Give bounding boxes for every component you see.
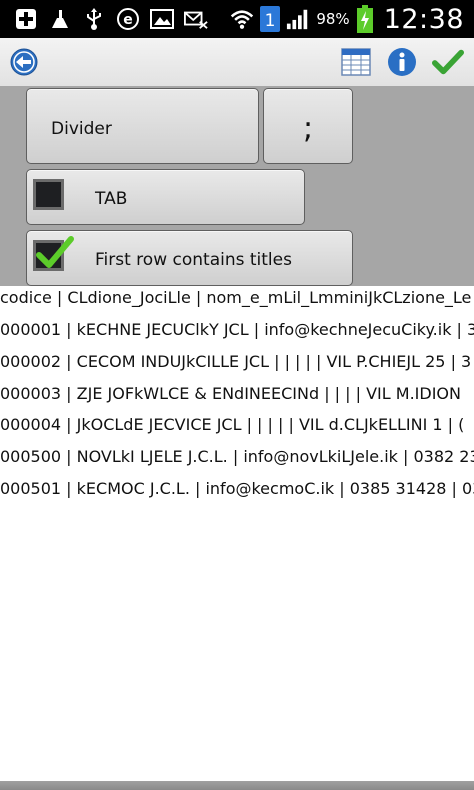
tab-checkbox[interactable] (33, 179, 64, 210)
preview-row: 000004 | JkOCLdE JECVICE JCL | | | | | V… (0, 415, 465, 434)
divider-label: Divider (51, 119, 112, 139)
preview-row: 000500 | NOVLkI LJELE J.C.L. | info@novL… (0, 447, 474, 466)
info-button[interactable] (386, 46, 418, 78)
tab-toggle[interactable]: TAB (26, 169, 305, 225)
info-icon (388, 48, 416, 76)
divider-value: ; (302, 111, 314, 146)
table-icon (341, 48, 371, 76)
battery-percent: 98% (316, 10, 350, 28)
preview-row: 000003 | ZJE JOFkWLCE & ENdINEECINd | | … (0, 384, 461, 403)
signal-icon (286, 7, 310, 31)
status-bar: e 1 98% 12:38 (0, 0, 474, 38)
divider-button[interactable]: Divider (26, 88, 259, 164)
notification-icon: 1 (260, 6, 281, 32)
preview-row: 000002 | CECOM INDUJkCILLE JCL | | | | |… (0, 352, 472, 371)
checkmark-icon (432, 49, 464, 75)
notification-badge-count: 1 (265, 11, 276, 31)
confirm-button[interactable] (432, 46, 464, 78)
action-bar (0, 38, 474, 87)
wifi-icon (230, 7, 254, 31)
battery-charging-icon (356, 5, 374, 33)
back-button[interactable] (8, 46, 40, 78)
image-icon (150, 7, 174, 31)
add-icon (14, 7, 38, 31)
system-indicators: 1 98% 12:38 (230, 3, 464, 35)
table-view-button[interactable] (340, 46, 372, 78)
titles-checkbox[interactable] (33, 236, 74, 271)
import-settings-panel: Divider ; TAB First row contains titles (0, 86, 474, 286)
mail-muted-icon (184, 7, 208, 31)
broom-icon (48, 7, 72, 31)
usb-icon (82, 7, 106, 31)
notification-icons: e (14, 5, 208, 33)
preview-row: codice | CLdione_JociLle | nom_e_mLil_Lm… (0, 288, 472, 307)
divider-value-button[interactable]: ; (263, 88, 353, 164)
checkmark-icon (36, 236, 74, 268)
preview-row: 000501 | kECMOC J.C.L. | info@kecmoC.ik … (0, 479, 474, 498)
preview-row: 000001 | kECHNE JECUClkY JCL | info@kech… (0, 320, 474, 339)
csv-preview: codice | CLdione_JociLle | nom_e_mLil_Lm… (0, 286, 474, 781)
titles-toggle[interactable]: First row contains titles (26, 230, 353, 286)
tab-label: TAB (95, 189, 128, 209)
titles-label: First row contains titles (95, 250, 292, 270)
back-icon (10, 48, 38, 76)
e-icon: e (116, 7, 140, 31)
clock: 12:38 (383, 3, 464, 35)
svg-text:e: e (123, 12, 133, 28)
bottom-edge (0, 781, 474, 790)
